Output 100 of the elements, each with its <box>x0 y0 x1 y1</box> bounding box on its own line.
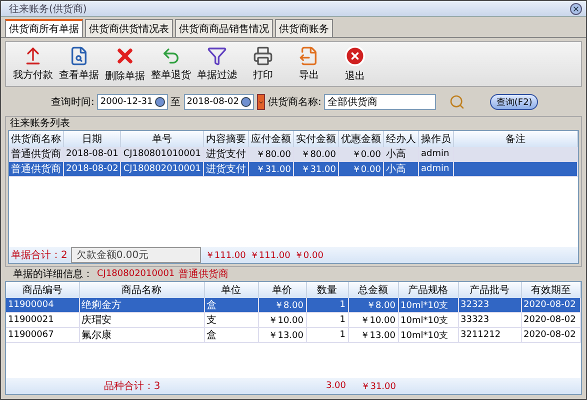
magnifier-document-icon <box>69 46 89 66</box>
table-cell: ￥8.00 <box>258 298 306 312</box>
date-field[interactable]: 2000-12-31 <box>97 94 168 110</box>
close-icon <box>572 4 580 12</box>
debt-amount: 欠款金额0.00元 <box>71 247 202 263</box>
exit-icon <box>344 45 366 67</box>
variety-count: 品种合计：3 <box>6 378 258 394</box>
total-count: 单据合计：2 <box>9 247 70 263</box>
field-label: 供货商名称: <box>268 96 322 109</box>
total-discount: ￥0.00 <box>292 247 326 263</box>
query-button[interactable]: 查询(F2) <box>490 94 538 110</box>
column-header[interactable]: 单价 <box>258 282 306 298</box>
document-number: CJ180802010001 <box>97 269 175 279</box>
table-cell: 支 <box>204 312 258 328</box>
tab[interactable]: 供货商所有单据 <box>5 19 83 37</box>
column-header[interactable]: 优惠金额 <box>338 131 384 147</box>
toolbar-button[interactable]: 我方付款 <box>12 46 54 82</box>
column-header[interactable]: 单位 <box>204 282 258 298</box>
table-cell: 2020-08-02 <box>521 312 580 328</box>
column-header[interactable]: 实付金额 <box>293 131 338 147</box>
total-amount: ￥31.00 <box>348 378 398 394</box>
table-cell: 10ml*10支 <box>398 312 458 328</box>
filter-icon <box>207 46 227 66</box>
return-icon <box>161 46 181 66</box>
table-cell: ￥10.00 <box>258 312 306 328</box>
column-header[interactable]: 产品批号 <box>458 282 521 298</box>
window-title: 往来账务(供货商) <box>9 2 87 16</box>
total-payable: ￥111.00 <box>203 247 248 263</box>
column-header[interactable]: 备注 <box>453 131 578 147</box>
table-cell: 10ml*10支 <box>398 328 458 342</box>
table-cell: 2018-08-02 <box>64 162 121 176</box>
table-cell: ￥0.00 <box>338 162 384 176</box>
table-cell: ￥80.00 <box>293 147 338 162</box>
table-cell: 1 <box>306 312 348 328</box>
table-cell: admin <box>418 147 454 162</box>
tab[interactable]: 供货商商品销售情况 <box>175 19 273 37</box>
table-cell: 庆瑁安 <box>79 312 204 328</box>
toolbar-button[interactable]: 查看单据 <box>58 46 100 82</box>
table-cell: 11900021 <box>6 312 79 328</box>
table-cell: 氟尔康 <box>79 328 204 342</box>
table-cell: 11900004 <box>6 298 79 312</box>
table-cell: 小高 <box>383 147 418 162</box>
column-header[interactable]: 数量 <box>306 282 348 298</box>
spinner-icon[interactable] <box>241 97 251 107</box>
table-cell: 盒 <box>204 328 258 342</box>
toolbar-button[interactable]: 打印 <box>242 46 284 82</box>
table-cell: ￥80.00 <box>248 147 294 162</box>
table-cell: 11900067 <box>6 328 79 342</box>
close-button[interactable] <box>570 2 582 14</box>
table-cell: 小高 <box>383 162 418 176</box>
table-cell: 1 <box>306 298 348 312</box>
toolbar-button[interactable]: 整单退货 <box>150 46 192 82</box>
table-cell: 33323 <box>458 312 521 328</box>
table-cell: ￥31.00 <box>248 162 294 176</box>
column-header[interactable]: 商品编号 <box>6 282 79 298</box>
spinner-icon[interactable] <box>154 97 165 107</box>
panel-title: 往来账务列表 <box>9 117 71 130</box>
toolbar-button[interactable]: 删除单据 <box>104 45 146 83</box>
table-cell: 10ml*10支 <box>398 298 458 312</box>
date-field[interactable]: 2018-08-02 <box>184 94 254 110</box>
column-header[interactable]: 总金额 <box>348 282 398 298</box>
total-paid: ￥111.00 <box>248 247 292 263</box>
field-label: 至 <box>170 96 181 109</box>
printer-icon <box>253 46 273 66</box>
table-cell: 32323 <box>458 298 521 312</box>
table-cell: 2020-08-02 <box>521 328 580 342</box>
export-icon <box>299 46 319 66</box>
caret-icon <box>258 98 264 106</box>
table-cell: CJ180801010001 <box>120 147 204 162</box>
table-cell: ￥8.00 <box>348 298 398 312</box>
column-header[interactable]: 应付金额 <box>248 131 294 147</box>
supplier-field[interactable]: 全部供货商 <box>324 94 436 110</box>
tab[interactable]: 供货商账务 <box>275 19 333 37</box>
field-label: 查询时间: <box>51 96 94 109</box>
table-cell: 进货支付 <box>203 147 248 162</box>
table-cell: 1 <box>306 328 348 342</box>
table-cell: 普通供货商 <box>9 162 64 176</box>
table-cell: 2020-08-02 <box>521 298 580 312</box>
table-cell: ￥0.00 <box>338 147 384 162</box>
column-header[interactable]: 单号 <box>120 131 204 147</box>
toolbar-button[interactable]: 单据过滤 <box>196 46 238 82</box>
table-cell: 进货支付 <box>203 162 248 176</box>
column-header[interactable]: 产品规格 <box>398 282 458 298</box>
column-header[interactable]: 有效期至 <box>521 282 580 298</box>
table-cell: admin <box>418 162 454 176</box>
column-header[interactable]: 商品名称 <box>79 282 204 298</box>
column-header[interactable]: 操作员 <box>418 131 454 147</box>
tab[interactable]: 供货商供货情况表 <box>85 19 173 37</box>
table-cell: 2018-08-01 <box>64 147 121 162</box>
table-cell: ￥10.00 <box>348 312 398 328</box>
table-cell: 绝痢金方 <box>79 298 204 312</box>
table-cell: 盒 <box>204 298 258 312</box>
toolbar-button[interactable]: 导出 <box>288 46 330 82</box>
column-header[interactable]: 内容摘要 <box>203 131 248 147</box>
column-header[interactable]: 日期 <box>64 131 121 147</box>
table-cell: ￥13.00 <box>258 328 306 342</box>
column-header[interactable]: 供货商名称 <box>9 131 64 147</box>
toolbar-button[interactable]: 退出 <box>334 45 376 83</box>
column-header[interactable]: 经办人 <box>383 131 418 147</box>
table-cell: ￥31.00 <box>293 162 338 176</box>
